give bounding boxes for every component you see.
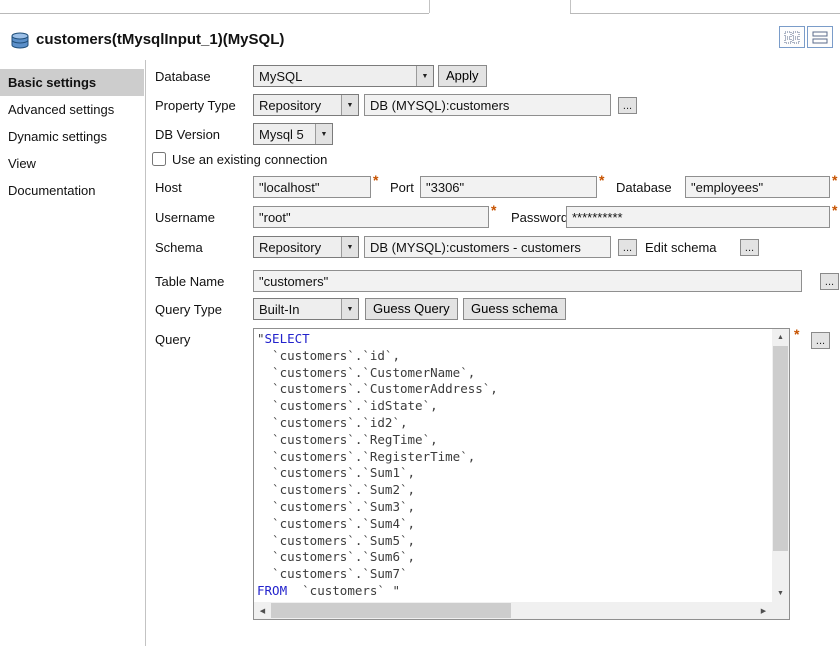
chevron-down-icon: ▼	[341, 237, 358, 257]
existing-connection-checkbox[interactable]	[152, 152, 166, 166]
password-input[interactable]	[566, 206, 830, 228]
guess-query-button[interactable]: Guess Query	[365, 298, 458, 320]
guess-schema-button[interactable]: Guess schema	[463, 298, 566, 320]
database-required-mark: *	[832, 172, 837, 188]
apply-button[interactable]: Apply	[438, 65, 487, 87]
property-repository-field[interactable]	[364, 94, 611, 116]
sidebar-item-advanced-settings[interactable]: Advanced settings	[0, 96, 144, 123]
component-settings-panel: customers(tMysqlInput_1)(MySQL) Basic se…	[0, 0, 840, 646]
property-type-label: Property Type	[155, 98, 236, 113]
database-name-input[interactable]	[685, 176, 830, 198]
grid-layout-toggle-button[interactable]	[779, 26, 805, 48]
active-tab-edge-left	[429, 0, 430, 13]
sidebar-separator	[145, 60, 146, 646]
query-text[interactable]: "SELECT `customers`.`id`, `customers`.`C…	[257, 331, 770, 600]
rows-layout-toggle-button[interactable]	[807, 26, 833, 48]
table-name-label: Table Name	[155, 274, 224, 289]
query-type-label: Query Type	[155, 302, 222, 317]
host-label: Host	[155, 180, 182, 195]
chevron-down-icon: ▼	[341, 299, 358, 319]
database-name-label: Database	[616, 180, 672, 195]
database-type-label: Database	[155, 69, 211, 84]
username-input[interactable]	[253, 206, 489, 228]
schema-browse-button[interactable]: ...	[618, 239, 637, 256]
property-type-value: Repository	[254, 98, 341, 113]
query-vertical-scrollbar[interactable]: ▲ ▼	[772, 329, 789, 602]
port-label: Port	[390, 180, 414, 195]
db-version-value: Mysql 5	[254, 127, 315, 142]
panel-title: customers(tMysqlInput_1)(MySQL)	[36, 31, 284, 48]
scroll-up-icon[interactable]: ▲	[772, 329, 789, 346]
query-required-mark: *	[794, 326, 799, 342]
query-label: Query	[155, 332, 190, 347]
edit-schema-browse-button[interactable]: ...	[740, 239, 759, 256]
existing-connection-label: Use an existing connection	[172, 152, 327, 167]
chevron-down-icon: ▼	[341, 95, 358, 115]
db-version-dropdown[interactable]: Mysql 5 ▼	[253, 123, 333, 145]
grid-layout-icon	[784, 31, 800, 44]
query-type-dropdown[interactable]: Built-In ▼	[253, 298, 359, 320]
scroll-left-icon[interactable]: ◀	[254, 602, 271, 619]
host-required-mark: *	[373, 172, 378, 188]
horizontal-scroll-thumb[interactable]	[271, 603, 511, 618]
query-editor[interactable]: "SELECT `customers`.`id`, `customers`.`C…	[253, 328, 790, 620]
chevron-down-icon: ▼	[315, 124, 332, 144]
host-input[interactable]	[253, 176, 371, 198]
db-version-label: DB Version	[155, 127, 220, 142]
tab-strip-line-left	[0, 13, 429, 14]
property-type-dropdown[interactable]: Repository ▼	[253, 94, 359, 116]
username-label: Username	[155, 210, 215, 225]
schema-field[interactable]	[364, 236, 611, 258]
scrollbar-corner	[772, 602, 789, 619]
rows-layout-icon	[812, 31, 828, 44]
database-component-icon	[9, 31, 31, 50]
sidebar-item-view[interactable]: View	[0, 150, 144, 177]
property-browse-button[interactable]: ...	[618, 97, 637, 114]
sidebar-item-documentation[interactable]: Documentation	[0, 177, 144, 204]
vertical-scroll-thumb[interactable]	[773, 346, 788, 551]
edit-schema-label: Edit schema	[645, 240, 717, 255]
table-name-browse-button[interactable]: ...	[820, 273, 839, 290]
chevron-down-icon: ▼	[416, 66, 433, 86]
active-tab-edge-right	[570, 0, 571, 13]
database-type-value: MySQL	[254, 69, 416, 84]
schema-type-value: Repository	[254, 240, 341, 255]
schema-type-dropdown[interactable]: Repository ▼	[253, 236, 359, 258]
tab-strip-line-right	[570, 13, 840, 14]
scroll-right-icon[interactable]: ▶	[755, 602, 772, 619]
username-required-mark: *	[491, 202, 496, 218]
port-input[interactable]	[420, 176, 597, 198]
schema-label: Schema	[155, 240, 203, 255]
password-required-mark: *	[832, 202, 837, 218]
query-horizontal-scrollbar[interactable]: ◀ ▶	[254, 602, 772, 619]
port-required-mark: *	[599, 172, 604, 188]
query-type-value: Built-In	[254, 302, 341, 317]
table-name-input[interactable]	[253, 270, 802, 292]
password-label: Password	[511, 210, 568, 225]
sidebar-item-dynamic-settings[interactable]: Dynamic settings	[0, 123, 144, 150]
sidebar-item-basic-settings[interactable]: Basic settings	[0, 69, 144, 96]
database-type-dropdown[interactable]: MySQL ▼	[253, 65, 434, 87]
scroll-down-icon[interactable]: ▼	[772, 585, 789, 602]
query-browse-button[interactable]: ...	[811, 332, 830, 349]
